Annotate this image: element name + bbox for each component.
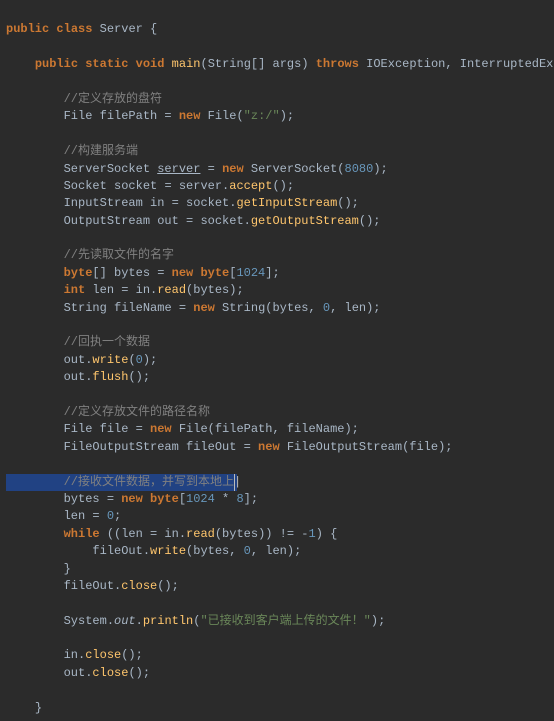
line: FileOutputStream fileOut = new FileOutpu… [6, 440, 453, 454]
line: fileOut.close(); [6, 579, 179, 593]
line: } [6, 701, 42, 715]
line: out.flush(); [6, 370, 150, 384]
line: ServerSocket server = new ServerSocket(8… [6, 162, 388, 176]
line: out.write(0); [6, 353, 157, 367]
line: //先读取文件的名字 [6, 248, 174, 262]
line: System.out.println("已接收到客户端上传的文件！"); [6, 614, 385, 628]
line: len = 0; [6, 509, 121, 523]
line: //定义存放的盘符 [6, 92, 162, 106]
line: int len = in.read(bytes); [6, 283, 244, 297]
line: OutputStream out = socket.getOutputStrea… [6, 214, 381, 228]
line: bytes = new byte[1024 * 8]; [6, 492, 258, 506]
line: File filePath = new File("z:/"); [6, 109, 294, 123]
line: in.close(); [6, 648, 143, 662]
line: fileOut.write(bytes, 0, len); [6, 544, 301, 558]
line: Socket socket = server.accept(); [6, 179, 294, 193]
line: public class Server { [6, 22, 157, 36]
cursor-icon: | [234, 474, 235, 491]
line: while ((len = in.read(bytes)) != -1) { [6, 527, 337, 541]
line: //构建服务端 [6, 144, 138, 158]
line: } [6, 562, 71, 576]
highlighted-line: //接收文件数据，并写到本地上| [6, 474, 237, 491]
line: //定义存放文件的路径名称 [6, 405, 210, 419]
line: File file = new File(filePath, fileName)… [6, 422, 359, 436]
line: InputStream in = socket.getInputStream()… [6, 196, 359, 210]
line: out.close(); [6, 666, 150, 680]
line: String fileName = new String(bytes, 0, l… [6, 301, 381, 315]
line: byte[] bytes = new byte[1024]; [6, 266, 280, 280]
line: //回执一个数据 [6, 335, 150, 349]
line: public static void main(String[] args) t… [6, 57, 554, 71]
code-editor[interactable]: public class Server { public static void… [0, 0, 554, 721]
